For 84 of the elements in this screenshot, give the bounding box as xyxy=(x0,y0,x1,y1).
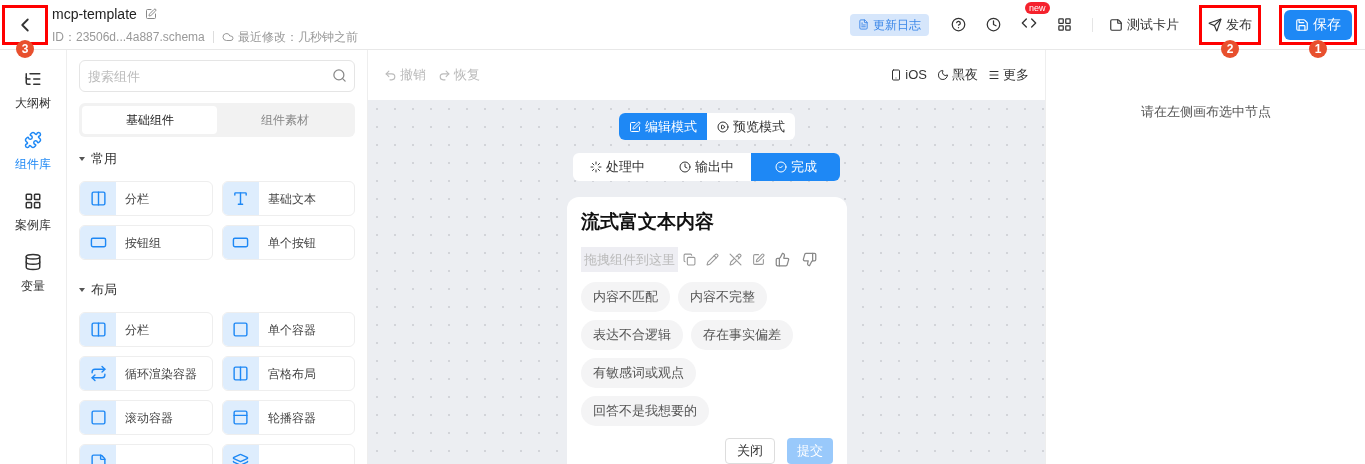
puzzle-icon xyxy=(24,131,42,149)
cloud-icon xyxy=(221,30,234,43)
clock-icon xyxy=(679,160,691,173)
tree-icon xyxy=(24,70,42,88)
test-card-button[interactable]: 测试卡片 xyxy=(1109,14,1179,35)
component-card[interactable]: 宫格布局 xyxy=(221,356,355,391)
sidebar-item[interactable]: 案例库 xyxy=(15,192,51,234)
columns-icon xyxy=(89,321,107,338)
feedback-tag[interactable]: 表达不合逻辑 xyxy=(580,320,683,350)
columns-icon xyxy=(89,190,107,207)
sidebar-item[interactable]: 组件库 xyxy=(15,131,51,173)
panel-icon xyxy=(232,409,249,426)
moon-icon xyxy=(937,69,949,81)
sidebar-item[interactable]: 变量 xyxy=(21,253,45,295)
search-icon xyxy=(332,68,347,83)
undo-icon xyxy=(384,68,397,82)
new-badge: new xyxy=(1025,2,1050,14)
step-number: 2 xyxy=(1221,39,1239,58)
section-header[interactable]: 常用 xyxy=(79,149,117,169)
save-button[interactable]: 保存 xyxy=(1284,9,1352,40)
check-circle-icon xyxy=(774,160,787,173)
repeat-icon xyxy=(89,365,107,382)
help-icon xyxy=(951,17,966,32)
thumbs-up-icon xyxy=(774,252,790,267)
component-card[interactable]: 轮播容器 xyxy=(221,400,355,435)
code-icon xyxy=(1021,15,1037,31)
copy-icon xyxy=(682,253,696,266)
caret-icon xyxy=(79,288,85,292)
section-header[interactable]: 布局 xyxy=(79,280,117,300)
publish-button[interactable]: 发布 xyxy=(1202,7,1258,42)
component-card[interactable]: 单个按钮 xyxy=(221,225,355,260)
save-icon xyxy=(1295,17,1309,32)
mode-tab[interactable]: 编辑模式 xyxy=(618,113,707,141)
component-card[interactable]: 基础文本 xyxy=(221,181,355,216)
theme-button[interactable]: 黑夜 xyxy=(937,65,978,85)
thumbs-down-icon xyxy=(801,252,817,267)
pencil-icon xyxy=(705,253,719,266)
last-modified: 最近修改：几秒钟之前 xyxy=(237,28,358,46)
step-number: 3 xyxy=(16,39,34,58)
state-tab[interactable]: 输出中 xyxy=(662,153,751,181)
feedback-tag[interactable]: 内容不完整 xyxy=(677,282,767,312)
loader-icon xyxy=(590,160,602,173)
mode-tab[interactable]: 预览模式 xyxy=(706,113,795,141)
close-button[interactable]: 关闭 xyxy=(724,438,775,464)
component-card[interactable]: 分栏 xyxy=(79,181,213,216)
square-icon xyxy=(232,321,249,338)
feedback-tag[interactable]: 存在事实偏差 xyxy=(690,320,793,350)
database-icon xyxy=(24,253,42,271)
square-icon xyxy=(89,409,107,426)
component-card[interactable]: 滚动容器 xyxy=(79,400,213,435)
schema-id: ID：23506d...4a887.schema xyxy=(52,28,205,46)
columns-icon xyxy=(232,365,249,382)
play-icon xyxy=(716,120,729,133)
caret-icon xyxy=(79,157,85,161)
text-icon xyxy=(232,190,249,207)
component-card[interactable]: 循环渲染容器 xyxy=(79,356,213,391)
state-tab[interactable]: 处理中 xyxy=(573,153,662,181)
clock-icon xyxy=(986,17,1001,32)
search-field[interactable]: 搜索组件 xyxy=(79,60,355,92)
menu-icon xyxy=(988,69,1000,81)
redo-icon xyxy=(438,68,451,82)
project-title: mcp-template xyxy=(52,4,137,24)
grid-icon xyxy=(24,192,42,210)
component-card[interactable]: 单个容器 xyxy=(221,312,355,347)
edit-icon xyxy=(751,253,765,266)
feedback-tag[interactable]: 有敏感词或观点 xyxy=(580,358,696,388)
component-card[interactable]: 按钮组 xyxy=(79,225,213,260)
component-card[interactable]: 分栏 xyxy=(79,312,213,347)
sidebar-item[interactable]: 大纲树 xyxy=(15,70,51,112)
state-tab[interactable]: 完成 xyxy=(751,153,840,181)
device-button[interactable]: iOS xyxy=(890,65,927,85)
edit-icon xyxy=(628,120,641,133)
feedback-tag[interactable]: 内容不匹配 xyxy=(580,282,670,312)
phone-icon xyxy=(890,69,903,81)
feedback-tag[interactable]: 回答不是我想要的 xyxy=(580,396,709,426)
card-title: 流式富文本内容 xyxy=(580,209,715,234)
tab[interactable]: 基础组件 xyxy=(82,106,217,134)
send-icon xyxy=(1208,17,1222,32)
more-button[interactable]: 更多 xyxy=(988,65,1029,85)
grid-icon xyxy=(1057,17,1072,32)
edit-icon xyxy=(144,8,157,20)
pencil-off-icon xyxy=(728,253,742,266)
document-icon xyxy=(858,19,869,30)
empty-hint: 请在左侧画布选中节点 xyxy=(1140,103,1271,121)
